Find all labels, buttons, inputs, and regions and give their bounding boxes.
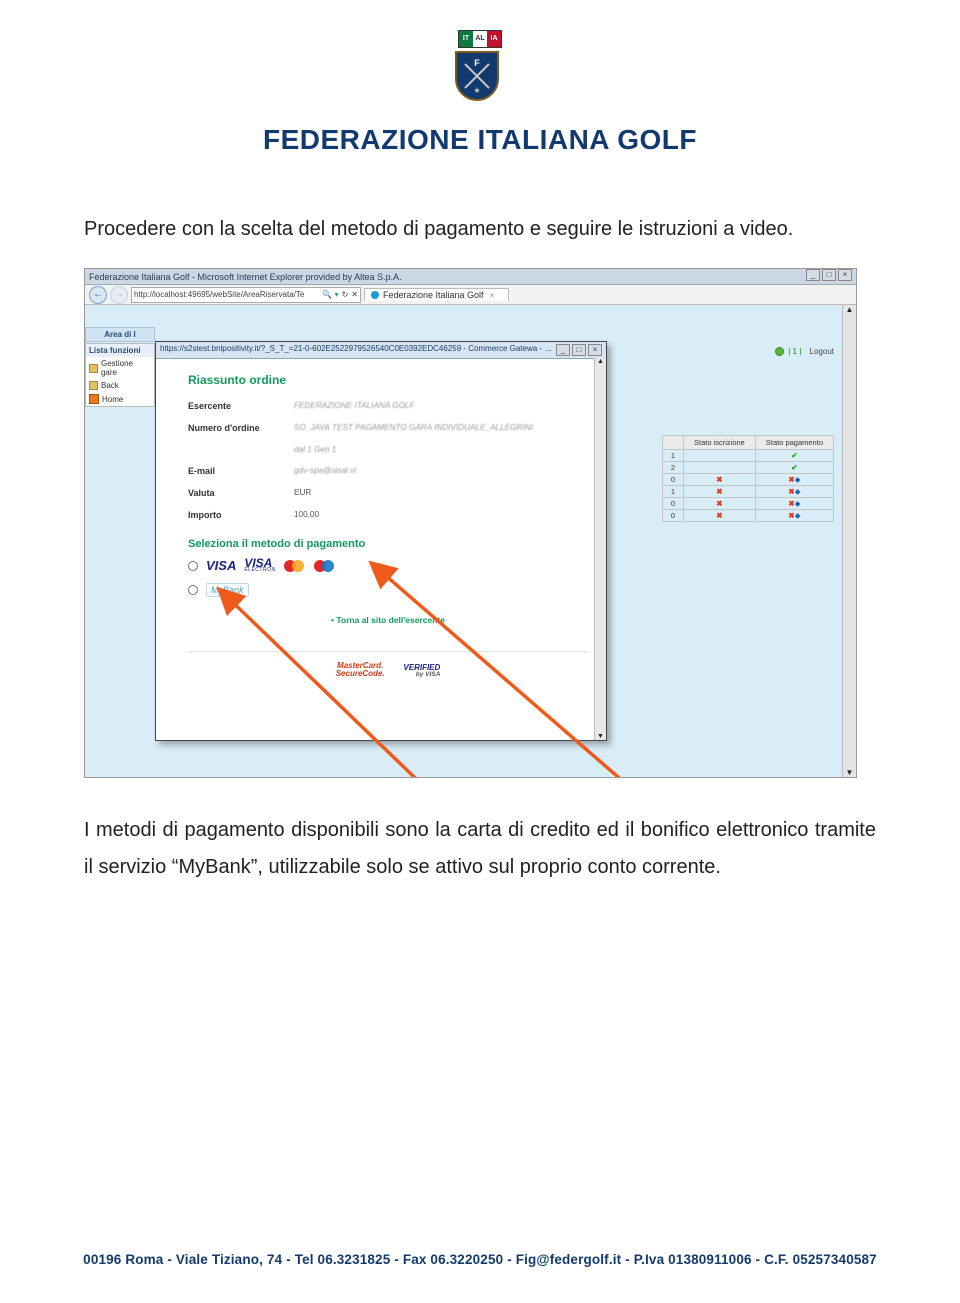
- esercente-label: Esercente: [188, 401, 294, 411]
- ie-title-text: Federazione Italiana Golf - Microsoft In…: [89, 269, 402, 284]
- mybank-icon: MyBank: [206, 583, 249, 597]
- popup-close-button[interactable]: ×: [588, 344, 602, 356]
- outro-paragraph: I metodi di pagamento disponibili sono l…: [0, 778, 960, 886]
- org-title: FEDERAZIONE ITALIANA GOLF: [0, 124, 960, 156]
- sidebar-section-title: Lista funzioni: [86, 344, 154, 357]
- sidebar-header: Area di l: [85, 327, 155, 342]
- radio-mybank[interactable]: [188, 585, 198, 595]
- popup-minimize-button[interactable]: _: [556, 344, 570, 356]
- italy-flag-icon: ITALIA: [458, 30, 502, 48]
- payment-popup: https://s2stest.bnlpositivity.it/?_S_T_=…: [155, 341, 607, 741]
- page-footer: 00196 Roma - Viale Tiziano, 74 - Tel 06.…: [0, 1252, 960, 1267]
- sidebar-item-gestione-gare[interactable]: Gestione gare: [86, 357, 154, 379]
- status-dot-icon: [775, 347, 784, 356]
- ie-titlebar: Federazione Italiana Golf - Microsoft In…: [85, 269, 856, 285]
- table-row: 0✖✖◆: [662, 474, 833, 486]
- table-row: 1✔: [662, 450, 833, 462]
- folder-icon: [89, 364, 98, 373]
- pay-option-mybank[interactable]: MyBank: [188, 583, 588, 597]
- visa-electron-icon: VISAELECTRON: [244, 559, 275, 573]
- back-page-icon: [89, 381, 98, 390]
- th-stato-iscrizione: Stato iscrizione: [684, 436, 756, 450]
- pay-option-card[interactable]: VISA VISAELECTRON: [188, 558, 588, 573]
- order-summary-heading: Riassunto ordine: [188, 373, 588, 387]
- esercente-value: FEDERAZIONE ITALIANA GOLF: [294, 401, 415, 411]
- stop-icon[interactable]: ✕: [351, 288, 358, 302]
- popup-maximize-button[interactable]: □: [572, 344, 586, 356]
- minimize-button[interactable]: _: [806, 269, 820, 281]
- forward-icon[interactable]: →: [110, 286, 128, 304]
- sidebar-item-label: Gestione gare: [101, 359, 151, 377]
- address-toolbar: ← → http://localhost:49695/webSite/AreaR…: [85, 285, 856, 305]
- refresh-icon[interactable]: ↻: [342, 288, 349, 302]
- email-value: gdv-spa@sisal.vt: [294, 466, 356, 476]
- intro-paragraph: Procedere con la scelta del metodo di pa…: [0, 156, 960, 248]
- sidebar-item-back[interactable]: Back: [86, 379, 154, 392]
- sidebar: Lista funzioni Gestione gare Back Home: [85, 343, 155, 407]
- main-scrollbar[interactable]: [842, 305, 856, 777]
- tab-label: Federazione Italiana Golf: [383, 290, 484, 300]
- maestro-icon: [314, 559, 336, 573]
- back-icon[interactable]: ←: [89, 286, 107, 304]
- numero-ordine-value: SO_JAVA TEST PAGAMENTO GARA INDIVIDUALE_…: [294, 423, 533, 433]
- browser-tab[interactable]: Federazione Italiana Golf ×: [364, 288, 509, 301]
- table-row: 1✖✖◆: [662, 486, 833, 498]
- table-row: 0✖✖◆: [662, 510, 833, 522]
- th-stato-pagamento: Stato pagamento: [755, 436, 833, 450]
- extra-value: dal 1 Gen 1: [294, 445, 336, 454]
- return-to-merchant-link[interactable]: Torna al sito dell'esercente: [188, 615, 588, 625]
- securecode-icon: MasterCard. SecureCode.: [336, 662, 385, 678]
- visa-icon: VISA: [206, 558, 236, 573]
- user-bar-sep: | 1 |: [788, 347, 801, 356]
- close-button[interactable]: ×: [838, 269, 852, 281]
- numero-ordine-label: Numero d'ordine: [188, 423, 294, 433]
- valuta-value: EUR: [294, 488, 311, 498]
- table-row: 2✔: [662, 462, 833, 474]
- maximize-button[interactable]: □: [822, 269, 836, 281]
- favicon-icon: [371, 291, 379, 299]
- security-badges: MasterCard. SecureCode. VERIFIED by VISA: [188, 651, 588, 679]
- popup-scrollbar[interactable]: [594, 358, 606, 740]
- popup-titlebar: https://s2stest.bnlpositivity.it/?_S_T_=…: [156, 342, 606, 359]
- sidebar-item-label: Home: [102, 395, 123, 404]
- importo-label: Importo: [188, 510, 294, 520]
- select-method-heading: Seleziona il metodo di pagamento: [188, 538, 588, 550]
- popup-title-text: https://s2stest.bnlpositivity.it/?_S_T_=…: [160, 344, 555, 356]
- status-table: Stato iscrizione Stato pagamento 1✔ 2✔ 0…: [662, 435, 834, 522]
- email-label: E-mail: [188, 466, 294, 476]
- address-value: http://localhost:49695/webSite/AreaRiser…: [134, 288, 304, 302]
- address-input[interactable]: http://localhost:49695/webSite/AreaRiser…: [131, 287, 361, 303]
- tab-close-icon[interactable]: ×: [490, 291, 495, 300]
- mastercard-icon: [284, 559, 306, 573]
- user-bar: | 1 | Logout: [775, 347, 834, 356]
- embedded-screenshot: Federazione Italiana Golf - Microsoft In…: [84, 268, 857, 778]
- logout-link[interactable]: Logout: [810, 347, 834, 356]
- shield-icon: F ★: [455, 51, 499, 101]
- sidebar-item-home[interactable]: Home: [86, 392, 154, 406]
- header-logo-area: ITALIA F ★ FEDERAZIONE ITALIANA GOLF: [0, 0, 960, 156]
- verified-by-visa-icon: VERIFIED by VISA: [403, 664, 440, 679]
- importo-value: 100,00: [294, 510, 319, 520]
- fig-logo: ITALIA F ★: [455, 30, 505, 100]
- table-row: 0✖✖◆: [662, 498, 833, 510]
- home-icon: [89, 394, 99, 404]
- search-go-icon[interactable]: 🔍 ▾: [322, 288, 338, 302]
- valuta-label: Valuta: [188, 488, 294, 498]
- radio-card[interactable]: [188, 561, 198, 571]
- sidebar-item-label: Back: [101, 381, 119, 390]
